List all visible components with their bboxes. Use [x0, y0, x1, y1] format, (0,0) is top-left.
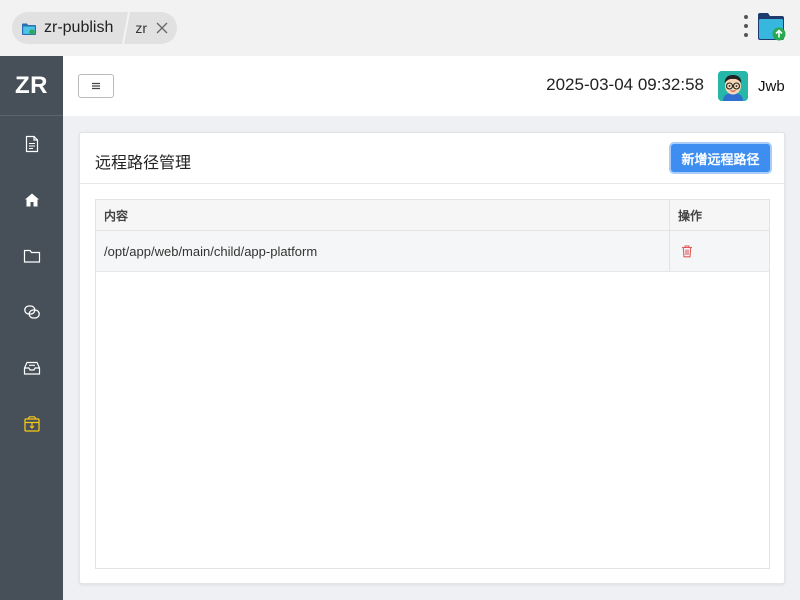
add-remote-path-button[interactable]: 新增远程路径 [671, 144, 770, 172]
sidebar-item-package[interactable] [0, 396, 63, 452]
table-row: /opt/app/web/main/child/app-platform [96, 231, 769, 272]
tab-main-label: zr-publish [44, 19, 114, 36]
remote-path-card: 远程路径管理 新增远程路径 内容 操作 /opt/app/web/main/ch… [79, 132, 785, 584]
top-header: 2025-03-04 09:32:58 Jwb [63, 56, 800, 116]
home-icon [24, 193, 39, 207]
hamburger-icon [92, 82, 100, 90]
trash-icon[interactable] [680, 244, 694, 258]
tab-zr[interactable]: zr [131, 12, 177, 44]
close-icon[interactable] [155, 21, 169, 35]
sidebar-item-home[interactable] [0, 172, 63, 228]
link-icon [23, 305, 40, 319]
folder-icon [23, 249, 40, 263]
sidebar-item-document[interactable] [0, 116, 63, 172]
sidebar-item-inbox[interactable] [0, 340, 63, 396]
tab-group: zr-publish zr [12, 12, 178, 44]
document-icon [25, 135, 38, 153]
sidebar-item-folder[interactable] [0, 228, 63, 284]
tab-separator [121, 12, 132, 44]
app-logo: ZR [0, 56, 63, 116]
avatar[interactable] [718, 71, 748, 101]
table-header: 内容 操作 [96, 200, 769, 231]
column-header-content: 内容 [96, 200, 670, 230]
column-header-action: 操作 [678, 208, 703, 223]
card-header: 远程路径管理 新增远程路径 [80, 133, 784, 184]
page-title: 远程路径管理 [95, 155, 192, 172]
sidebar: ZR [0, 56, 63, 600]
datetime-display: 2025-03-04 09:32:58 [546, 75, 704, 94]
folder-upload-icon[interactable] [756, 12, 788, 42]
row-content: /opt/app/web/main/child/app-platform [96, 231, 670, 271]
menu-toggle-button[interactable] [78, 74, 114, 98]
tab-sub-label: zr [135, 20, 148, 36]
package-icon [23, 416, 40, 432]
remote-path-table: 内容 操作 /opt/app/web/main/child/app-platfo… [95, 199, 770, 569]
inbox-icon [23, 361, 40, 375]
sidebar-item-link[interactable] [0, 284, 63, 340]
folder-app-icon [22, 22, 36, 35]
username[interactable]: Jwb [758, 78, 785, 95]
row-action-cell [670, 231, 769, 271]
tab-zr-publish[interactable]: zr-publish [12, 12, 121, 44]
title-bar: zr-publish zr [0, 0, 800, 56]
kebab-icon[interactable] [740, 15, 752, 41]
